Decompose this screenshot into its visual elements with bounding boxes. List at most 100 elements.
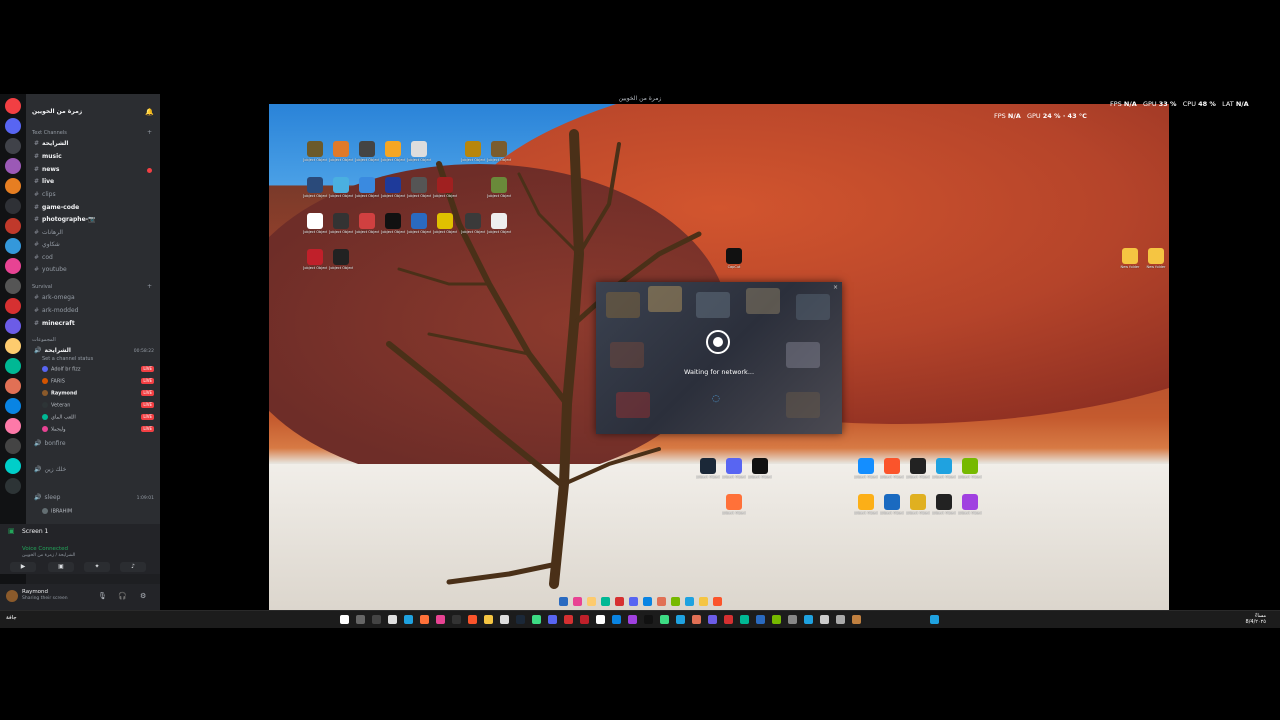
capcut-icon[interactable] xyxy=(644,615,653,624)
channel-item[interactable]: # الرهانات xyxy=(34,229,63,236)
server-icon[interactable] xyxy=(5,478,21,494)
server-icon[interactable] xyxy=(5,278,21,294)
taskbar-app-icon[interactable] xyxy=(601,597,610,606)
task-view-icon[interactable] xyxy=(372,615,381,624)
desktop-icon[interactable]: [object Object] xyxy=(906,458,930,479)
taskbar-app-icon[interactable] xyxy=(587,597,596,606)
camera-button[interactable]: ▶ xyxy=(10,562,36,572)
voice-channel[interactable]: 🔊 sleep xyxy=(34,494,60,501)
desktop-icon[interactable]: [object Object] xyxy=(303,141,327,162)
explorer-icon[interactable] xyxy=(484,615,493,624)
activity-button[interactable]: ✦ xyxy=(84,562,110,572)
add-channel-icon[interactable]: + xyxy=(147,283,152,290)
server-icon[interactable] xyxy=(5,398,21,414)
desktop-icon[interactable]: [object Object] xyxy=(407,213,431,234)
app-icon[interactable] xyxy=(612,615,621,624)
taskbar-app-icon[interactable] xyxy=(699,597,708,606)
desktop-icon-folder[interactable]: New folder xyxy=(1118,248,1142,269)
app-icon[interactable] xyxy=(852,615,861,624)
channel-item[interactable]: # photographe-📷 xyxy=(34,216,96,223)
app-icon[interactable] xyxy=(756,615,765,624)
x-icon[interactable] xyxy=(452,615,461,624)
channel-item[interactable]: # الشرايحة xyxy=(34,140,68,147)
desktop-icon[interactable]: [object Object] xyxy=(329,141,353,162)
app-icon[interactable] xyxy=(708,615,717,624)
desktop-icon[interactable]: [object Object] xyxy=(854,458,878,479)
desktop-icon[interactable]: [object Object] xyxy=(958,494,982,515)
desktop-icon[interactable]: [object Object] xyxy=(381,177,405,198)
desktop-icon[interactable]: [object Object] xyxy=(329,177,353,198)
server-icon[interactable] xyxy=(5,378,21,394)
voice-user[interactable]: Adolf br fizz xyxy=(42,366,81,373)
server-icon[interactable] xyxy=(5,438,21,454)
channel-item[interactable]: # music xyxy=(34,153,62,160)
steam-icon[interactable] xyxy=(516,615,525,624)
server-icon[interactable] xyxy=(5,118,21,134)
app-icon[interactable] xyxy=(820,615,829,624)
channel-item[interactable]: # minecraft xyxy=(34,320,75,327)
app-icon[interactable] xyxy=(836,615,845,624)
server-icon[interactable] xyxy=(5,338,21,354)
channel-item[interactable]: # ark-modded xyxy=(34,307,78,314)
discord-icon[interactable] xyxy=(548,615,557,624)
edge-icon[interactable] xyxy=(404,615,413,624)
app-icon[interactable] xyxy=(660,615,669,624)
instagram-icon[interactable] xyxy=(436,615,445,624)
app-icon[interactable] xyxy=(676,615,685,624)
channel-item[interactable]: # ark-omega xyxy=(34,294,75,301)
desktop-icon[interactable]: [object Object] xyxy=(854,494,878,515)
app-icon[interactable] xyxy=(596,615,605,624)
desktop-icon[interactable]: [object Object] xyxy=(381,141,405,162)
desktop-icon[interactable]: [object Object] xyxy=(433,213,457,234)
server-icon[interactable] xyxy=(5,458,21,474)
server-icon[interactable] xyxy=(5,298,21,314)
taskbar-app-icon[interactable] xyxy=(573,597,582,606)
desktop-icon[interactable]: [object Object] xyxy=(487,213,511,234)
desktop-icon[interactable]: [object Object] xyxy=(958,458,982,479)
server-name[interactable]: زمرة من الخويين xyxy=(32,108,82,115)
voice-channel[interactable]: 🔊 خلك زين xyxy=(34,466,66,473)
channel-item[interactable]: # cod xyxy=(34,254,53,261)
desktop-icon[interactable]: [object Object] xyxy=(355,141,379,162)
server-icon[interactable] xyxy=(5,358,21,374)
brave-icon[interactable] xyxy=(468,615,477,624)
desktop-icon[interactable]: [object Object] xyxy=(303,177,327,198)
screen-share-button[interactable]: ▣ xyxy=(48,562,74,572)
microphone-icon[interactable]: 🎙 xyxy=(98,592,107,600)
channel-item[interactable]: # game-code xyxy=(34,204,79,211)
firefox-icon[interactable] xyxy=(420,615,429,624)
voice-user[interactable]: Raymond xyxy=(42,390,77,397)
server-icon[interactable] xyxy=(5,178,21,194)
add-channel-icon[interactable]: + xyxy=(147,129,152,136)
voice-user[interactable]: اللعب الماي xyxy=(42,414,76,421)
voice-user[interactable]: Veteran xyxy=(42,402,70,409)
desktop-icon[interactable]: [object Object] xyxy=(722,494,746,515)
github-icon[interactable] xyxy=(500,615,509,624)
app-icon[interactable] xyxy=(564,615,573,624)
bell-icon[interactable]: 🔔 xyxy=(145,108,154,116)
taskbar-clock[interactable]: مساءً 8/4/٢٠٢٥ xyxy=(1246,613,1266,625)
app-icon[interactable] xyxy=(692,615,701,624)
desktop-icon[interactable]: [object Object] xyxy=(880,494,904,515)
voice-user[interactable]: وليجملا xyxy=(42,426,66,433)
server-icon[interactable] xyxy=(5,218,21,234)
desktop-icon[interactable]: [object Object] xyxy=(329,249,353,270)
desktop-icon[interactable]: [object Object] xyxy=(407,177,431,198)
app-icon[interactable] xyxy=(804,615,813,624)
server-icon[interactable] xyxy=(5,138,21,154)
category-text-channels[interactable]: Text Channels xyxy=(32,130,67,136)
soundboard-button[interactable]: ♪ xyxy=(120,562,146,572)
channel-item[interactable]: # clips xyxy=(34,191,56,198)
server-icon[interactable] xyxy=(5,98,21,114)
desktop-icon[interactable]: [object Object] xyxy=(461,141,485,162)
gear-icon[interactable]: ⚙ xyxy=(140,592,146,600)
desktop-icon[interactable]: [object Object] xyxy=(329,213,353,234)
desktop-icon[interactable]: [object Object] xyxy=(303,213,327,234)
app-icon[interactable] xyxy=(532,615,541,624)
desktop-icon[interactable]: [object Object] xyxy=(880,458,904,479)
channel-item[interactable]: # live xyxy=(34,178,54,185)
desktop-icon[interactable]: [object Object] xyxy=(381,213,405,234)
server-icon[interactable] xyxy=(5,258,21,274)
server-icon[interactable] xyxy=(5,318,21,334)
headphones-icon[interactable]: 🎧 xyxy=(118,592,127,600)
